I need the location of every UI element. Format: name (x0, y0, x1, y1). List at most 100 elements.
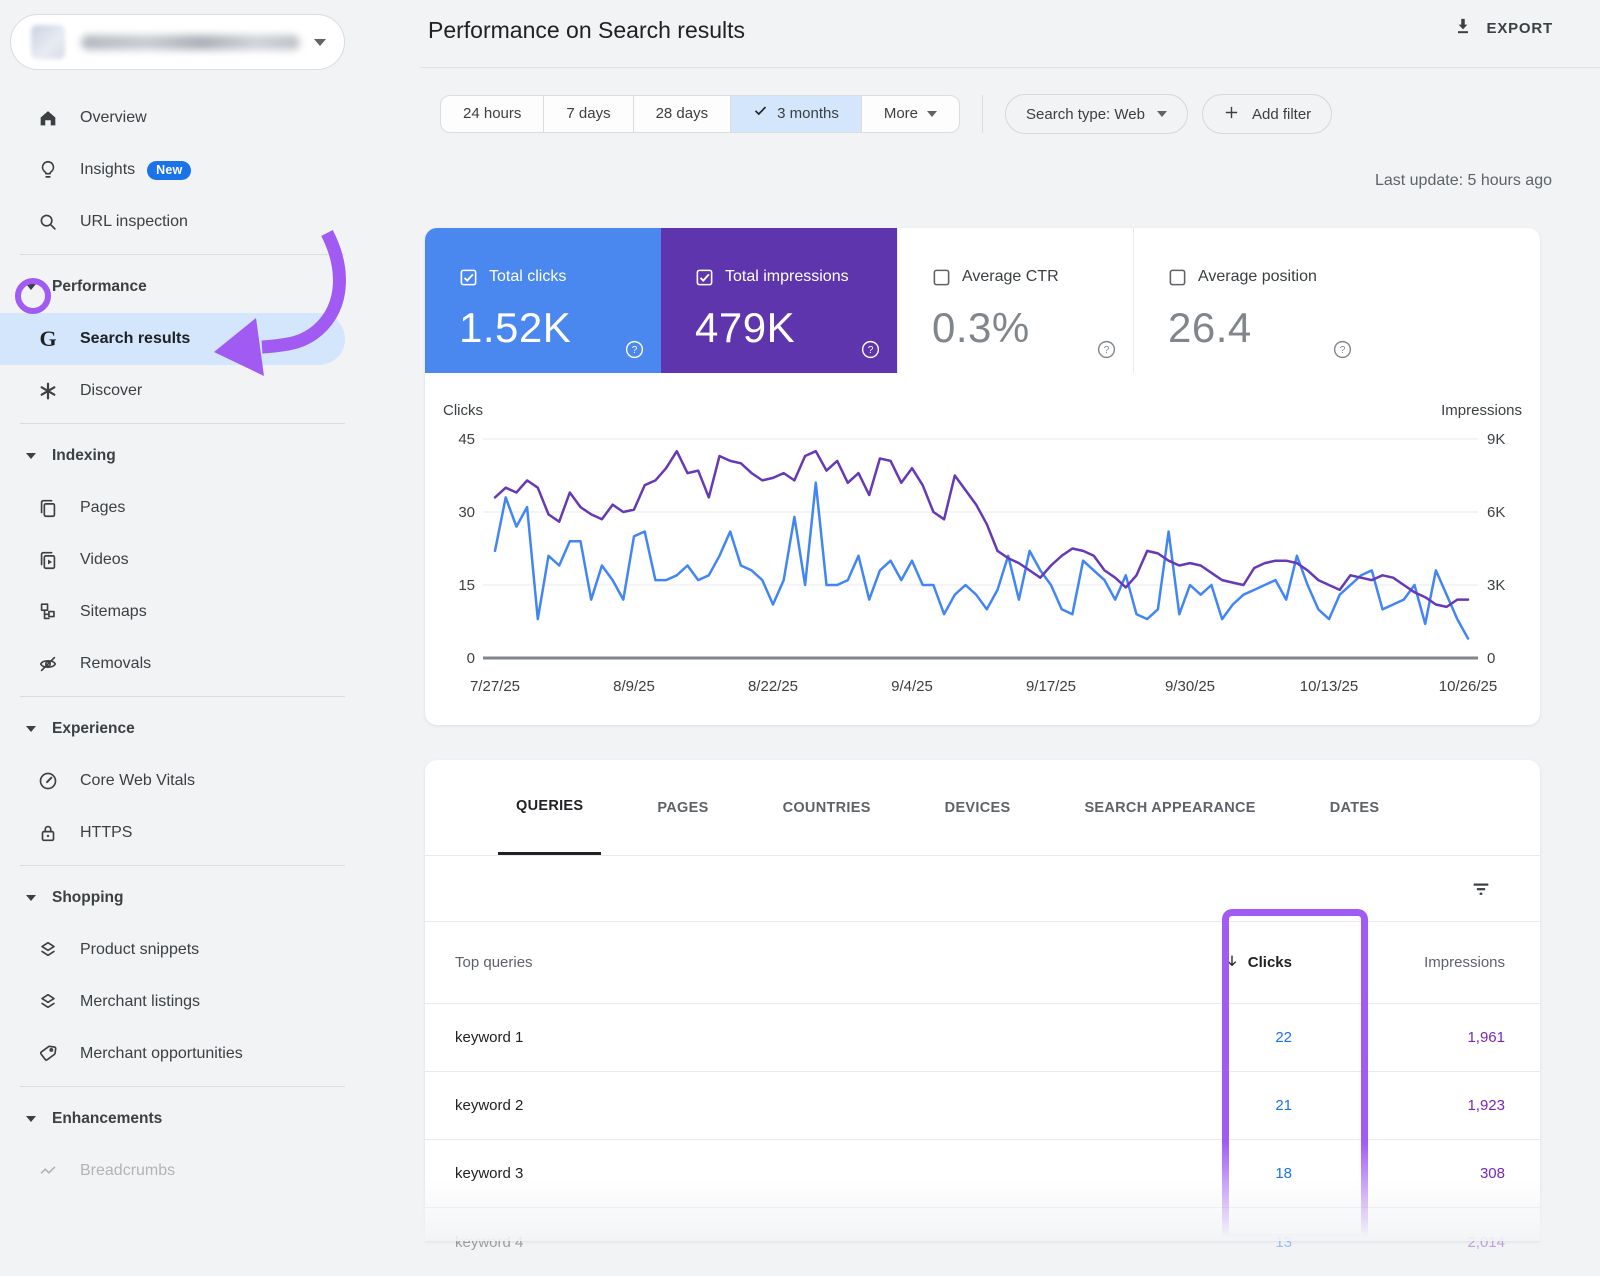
table-toolbar (425, 856, 1540, 922)
range-24-hours[interactable]: 24 hours (441, 96, 544, 132)
property-selector[interactable] (10, 14, 345, 70)
column-header-impressions[interactable]: Impressions (1330, 954, 1540, 971)
sidebar-group-experience[interactable]: Experience (0, 703, 420, 755)
sidebar-group-performance[interactable]: Performance (0, 261, 420, 313)
sidebar-item-sitemaps[interactable]: Sitemaps (0, 586, 420, 638)
svg-text:9/30/25: 9/30/25 (1165, 678, 1215, 695)
tab-countries[interactable]: COUNTRIES (765, 760, 889, 855)
total-impressions-card[interactable]: Total impressions 479K ? (661, 228, 897, 373)
tab-devices[interactable]: DEVICES (927, 760, 1029, 855)
sidebar-item-breadcrumbs[interactable]: Breadcrumbs (0, 1145, 420, 1197)
sort-descending-icon (1224, 953, 1240, 973)
sidebar-item-label: Merchant opportunities (80, 1045, 243, 1063)
svg-text:?: ? (632, 345, 638, 356)
sidebar-item-merchant-listings[interactable]: Merchant listings (0, 976, 420, 1028)
sidebar-item-videos[interactable]: Videos (0, 534, 420, 586)
tab-queries[interactable]: QUERIES (498, 760, 601, 855)
help-icon[interactable]: ? (1332, 339, 1353, 360)
lightbulb-icon (36, 158, 60, 182)
sidebar-item-label: Pages (80, 499, 125, 517)
clicks-cell: 13 (1130, 1234, 1330, 1251)
svg-text:0: 0 (467, 650, 475, 667)
svg-text:9/17/25: 9/17/25 (1026, 678, 1076, 695)
home-icon (36, 106, 60, 130)
help-icon[interactable]: ? (1096, 339, 1117, 360)
sidebar-group-label: Experience (52, 720, 135, 738)
speedometer-icon (36, 769, 60, 793)
chevron-down-icon (314, 39, 326, 46)
range-7-days[interactable]: 7 days (544, 96, 633, 132)
card-label: Total impressions (725, 268, 897, 286)
sidebar-item-pages[interactable]: Pages (0, 482, 420, 534)
total-clicks-card[interactable]: Total clicks 1.52K ? (425, 228, 661, 373)
impressions-cell: 1,923 (1330, 1097, 1540, 1114)
average-position-card[interactable]: Average position 26.4 ? (1133, 228, 1369, 373)
sidebar-item-label: HTTPS (80, 824, 132, 842)
performance-chart: ClicksImpressions459K306K153K007/27/258/… (425, 389, 1540, 719)
sidebar-group-label: Shopping (52, 889, 123, 907)
tab-pages[interactable]: PAGES (639, 760, 726, 855)
svg-text:30: 30 (458, 504, 475, 521)
sidebar-item-search-results[interactable]: G Search results (0, 313, 345, 365)
svg-text:8/9/25: 8/9/25 (613, 678, 655, 695)
sidebar-divider (20, 423, 345, 424)
column-header-top-queries[interactable]: Top queries (425, 954, 1130, 971)
table-row[interactable]: keyword 2 21 1,923 (425, 1072, 1540, 1140)
sidebar-group-indexing[interactable]: Indexing (0, 430, 420, 482)
sidebar-item-https[interactable]: HTTPS (0, 807, 420, 859)
sidebar-item-product-snippets[interactable]: Product snippets (0, 924, 420, 976)
checkbox-unchecked-icon[interactable] (1168, 268, 1187, 292)
range-3-months[interactable]: 3 months (731, 96, 862, 132)
svg-text:3K: 3K (1487, 577, 1505, 594)
filter-icon[interactable] (1470, 878, 1492, 905)
checkbox-checked-icon[interactable] (459, 268, 478, 292)
tag-icon (36, 1042, 60, 1066)
chevron-down-icon (26, 453, 40, 459)
table-row[interactable]: keyword 4 13 2,014 (425, 1208, 1540, 1276)
tab-dates[interactable]: DATES (1312, 760, 1398, 855)
sidebar-item-label: Insights (80, 161, 135, 179)
sidebar-divider (20, 1086, 345, 1087)
google-g-icon: G (36, 327, 60, 351)
average-ctr-card[interactable]: Average CTR 0.3% ? (897, 228, 1133, 373)
sidebar-group-label: Indexing (52, 447, 116, 465)
sidebar-item-merchant-opportunities[interactable]: Merchant opportunities (0, 1028, 420, 1080)
checkbox-checked-icon[interactable] (695, 268, 714, 292)
queries-table-panel: QUERIES PAGES COUNTRIES DEVICES SEARCH A… (425, 760, 1540, 1241)
table-row[interactable]: keyword 1 22 1,961 (425, 1004, 1540, 1072)
performance-chart-panel: Total clicks 1.52K ? Total impressions 4… (425, 228, 1540, 725)
chevron-down-icon (26, 895, 40, 901)
export-button[interactable]: EXPORT (1453, 16, 1553, 40)
svg-text:Clicks: Clicks (443, 402, 483, 419)
sidebar-item-url-inspection[interactable]: URL inspection (0, 196, 420, 248)
query-cell: keyword 2 (425, 1097, 1130, 1114)
range-28-days[interactable]: 28 days (634, 96, 732, 132)
table-row[interactable]: keyword 3 18 308 (425, 1140, 1540, 1208)
range-more-dropdown[interactable]: More (862, 96, 959, 132)
plus-icon (1223, 104, 1240, 125)
checkbox-unchecked-icon[interactable] (932, 268, 951, 292)
svg-text:?: ? (868, 345, 874, 356)
svg-text:7/27/25: 7/27/25 (470, 678, 520, 695)
help-icon[interactable]: ? (624, 339, 645, 360)
sitemap-icon (36, 600, 60, 624)
search-type-filter[interactable]: Search type: Web (1005, 94, 1188, 134)
sidebar-nav: Overview Insights New URL inspection Per… (0, 92, 420, 1197)
sidebar-item-label: Product snippets (80, 941, 199, 959)
help-icon[interactable]: ? (860, 339, 881, 360)
sidebar-item-overview[interactable]: Overview (0, 92, 420, 144)
sidebar-item-core-web-vitals[interactable]: Core Web Vitals (0, 755, 420, 807)
column-header-clicks[interactable]: Clicks (1130, 953, 1330, 973)
eye-off-icon (36, 652, 60, 676)
sidebar-item-discover[interactable]: Discover (0, 365, 420, 417)
sidebar-item-removals[interactable]: Removals (0, 638, 420, 690)
clicks-cell: 22 (1130, 1029, 1330, 1046)
tab-search-appearance[interactable]: SEARCH APPEARANCE (1066, 760, 1273, 855)
sidebar-group-enhancements[interactable]: Enhancements (0, 1093, 420, 1145)
sidebar-item-insights[interactable]: Insights New (0, 144, 420, 196)
impressions-cell: 2,014 (1330, 1234, 1540, 1251)
sidebar-group-shopping[interactable]: Shopping (0, 872, 420, 924)
add-filter-button[interactable]: Add filter (1202, 94, 1332, 134)
sidebar-group-label: Performance (52, 278, 147, 296)
impressions-cell: 1,961 (1330, 1029, 1540, 1046)
